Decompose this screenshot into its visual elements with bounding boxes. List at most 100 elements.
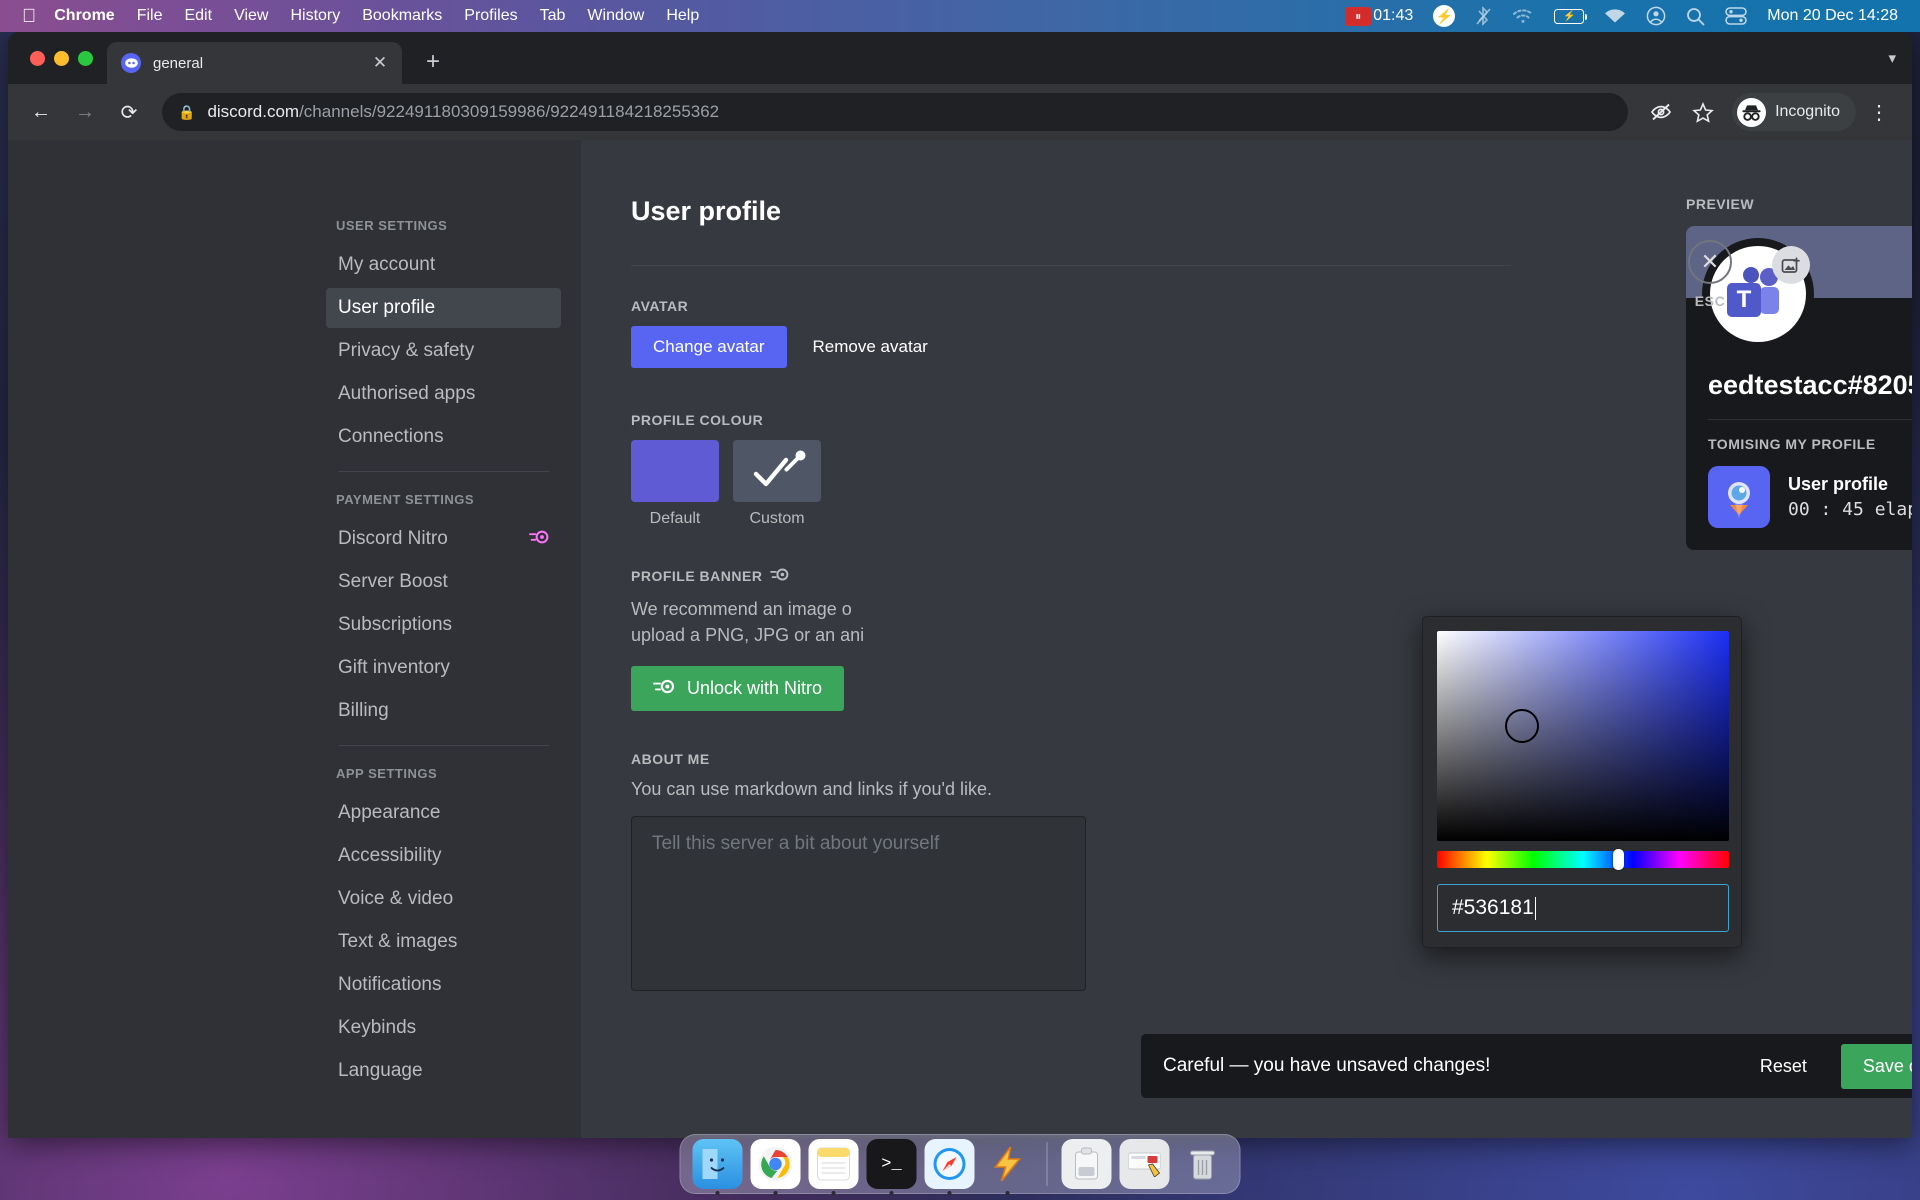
- reload-button[interactable]: ⟳: [110, 93, 148, 131]
- profile-colour-section-label: PROFILE COLOUR: [631, 412, 764, 428]
- sidebar-item-label: Text & images: [338, 931, 458, 952]
- back-button[interactable]: ←: [22, 93, 60, 131]
- screen-recording-icon[interactable]: ⏸: [1345, 6, 1372, 26]
- colour-picker-popover[interactable]: #536181: [1422, 616, 1742, 948]
- nitro-icon: [529, 529, 549, 549]
- menu-item-bookmarks[interactable]: Bookmarks: [362, 7, 442, 25]
- download-file-icon[interactable]: [1119, 1139, 1170, 1189]
- change-avatar-button[interactable]: Change avatar: [631, 326, 787, 368]
- sidebar-item-notifications[interactable]: Notifications: [326, 965, 561, 1005]
- chrome-menu-button[interactable]: ⋮: [1860, 93, 1898, 131]
- sidebar-item-subscriptions[interactable]: Subscriptions: [326, 605, 561, 645]
- close-window-button[interactable]: [30, 50, 45, 66]
- menu-item-history[interactable]: History: [290, 7, 340, 25]
- sidebar-item-label: Authorised apps: [338, 383, 476, 404]
- close-icon[interactable]: ✕: [1688, 240, 1732, 284]
- incognito-profile-button[interactable]: Incognito: [1732, 93, 1856, 131]
- sidebar-item-my-account[interactable]: My account: [326, 245, 561, 285]
- unsaved-changes-bar: Careful — you have unsaved changes! Rese…: [1141, 1034, 1912, 1098]
- hue-slider-handle[interactable]: [1613, 849, 1625, 870]
- remove-avatar-button[interactable]: Remove avatar: [807, 326, 934, 368]
- hide-tracking-icon[interactable]: [1642, 93, 1680, 131]
- bluetooth-off-icon[interactable]: [1475, 6, 1492, 26]
- discord-icon: [121, 53, 141, 73]
- macos-menu-bar:  Chrome File Edit View History Bookmark…: [0, 0, 1920, 32]
- minimize-window-button[interactable]: [54, 50, 69, 66]
- menu-item-profiles[interactable]: Profiles: [464, 7, 517, 25]
- hue-slider[interactable]: [1437, 849, 1729, 870]
- terminal-icon[interactable]: >_: [866, 1139, 917, 1189]
- sidebar-item-appearance[interactable]: Appearance: [326, 793, 561, 833]
- saturation-value-area[interactable]: [1437, 631, 1729, 841]
- new-tab-button[interactable]: +: [414, 43, 452, 81]
- browser-tab[interactable]: general ✕: [107, 42, 402, 84]
- menu-item-edit[interactable]: Edit: [184, 7, 212, 25]
- menu-item-chrome[interactable]: Chrome: [54, 7, 114, 25]
- sidebar-item-server-boost[interactable]: Server Boost: [326, 562, 561, 602]
- incognito-label: Incognito: [1775, 103, 1840, 120]
- user-account-icon[interactable]: [1646, 6, 1666, 26]
- disk-image-icon[interactable]: [1061, 1139, 1112, 1189]
- chrome-icon[interactable]: [750, 1139, 801, 1189]
- menu-item-help[interactable]: Help: [666, 7, 699, 25]
- menu-item-window[interactable]: Window: [587, 7, 644, 25]
- menu-item-view[interactable]: View: [234, 7, 268, 25]
- preview-body: T eedtestacc#8205 TOMISING MY PROFILE Us…: [1686, 238, 1912, 550]
- tab-search-chevron-icon[interactable]: ▾: [1888, 49, 1896, 67]
- default-colour-swatch[interactable]: [631, 440, 719, 502]
- forward-button[interactable]: →: [66, 93, 104, 131]
- incognito-avatar-icon: [1737, 97, 1767, 127]
- close-tab-button[interactable]: ✕: [368, 51, 392, 75]
- hex-colour-input[interactable]: #536181: [1437, 884, 1729, 932]
- sidebar-item-authorised-apps[interactable]: Authorised apps: [326, 374, 561, 414]
- sidebar-item-accessibility[interactable]: Accessibility: [326, 836, 561, 876]
- maximize-window-button[interactable]: [78, 50, 93, 66]
- reset-button[interactable]: Reset: [1744, 1046, 1823, 1087]
- menubar-clock[interactable]: Mon 20 Dec 14:28: [1767, 7, 1898, 25]
- sidebar-divider: [338, 745, 549, 746]
- sidebar-item-language[interactable]: Language: [326, 1051, 561, 1091]
- finder-icon[interactable]: [692, 1139, 743, 1189]
- sidebar-item-billing[interactable]: Billing: [326, 691, 561, 731]
- sidebar-item-text-images[interactable]: Text & images: [326, 922, 561, 962]
- activity-app-icon: [1708, 466, 1770, 528]
- profile-colour-swatches: Default Custom: [631, 440, 1531, 528]
- sidebar-item-discord-nitro[interactable]: Discord Nitro: [326, 519, 561, 559]
- sidebar-item-gift-inventory[interactable]: Gift inventory: [326, 648, 561, 688]
- add-image-icon[interactable]: [1772, 246, 1810, 284]
- notes-icon[interactable]: [808, 1139, 859, 1189]
- unlock-with-nitro-button[interactable]: Unlock with Nitro: [631, 666, 845, 712]
- apple-logo-icon[interactable]: : [22, 7, 36, 26]
- about-me-label: ABOUT ME: [631, 751, 710, 768]
- discord-user-settings-page: USER SETTINGS My account User profile Pr…: [8, 140, 1912, 1138]
- address-bar[interactable]: 🔒 discord.com/channels/92249118030915998…: [162, 93, 1629, 131]
- hex-value: #536181: [1452, 896, 1534, 919]
- menu-item-file[interactable]: File: [137, 7, 163, 25]
- menu-item-tab[interactable]: Tab: [540, 7, 566, 25]
- safari-icon[interactable]: [924, 1139, 975, 1189]
- wifi-icon[interactable]: [1512, 8, 1534, 24]
- sidebar-item-keybinds[interactable]: Keybinds: [326, 1008, 561, 1048]
- sidebar-item-voice-video[interactable]: Voice & video: [326, 879, 561, 919]
- control-center-icon[interactable]: [1725, 7, 1747, 25]
- window-traffic-lights: [22, 32, 107, 84]
- sidebar-item-connections[interactable]: Connections: [326, 417, 561, 457]
- thunder-app-icon[interactable]: [983, 1139, 1033, 1189]
- wifi-status-icon[interactable]: [1604, 8, 1626, 24]
- save-changes-button[interactable]: Save changes: [1840, 1043, 1912, 1089]
- dock-separator: [1046, 1142, 1048, 1186]
- trash-icon[interactable]: [1178, 1139, 1228, 1189]
- battery-charging-icon[interactable]: ⚡: [1554, 8, 1588, 24]
- sidebar-item-label: Appearance: [338, 802, 441, 823]
- bookmark-star-icon[interactable]: [1684, 93, 1722, 131]
- spotlight-search-icon[interactable]: [1686, 7, 1705, 26]
- close-settings-control[interactable]: ✕ ESC: [1688, 240, 1732, 309]
- flash-menu-icon[interactable]: ⚡: [1433, 5, 1456, 27]
- url-host: discord.com: [207, 102, 300, 121]
- sidebar-item-label: Discord Nitro: [338, 528, 448, 549]
- custom-colour-swatch[interactable]: [733, 440, 821, 502]
- sidebar-item-user-profile[interactable]: User profile: [326, 288, 561, 328]
- about-me-input[interactable]: Tell this server a bit about yourself: [631, 816, 1086, 992]
- avatar-actions: Change avatar Remove avatar: [631, 326, 1531, 368]
- sidebar-item-privacy-safety[interactable]: Privacy & safety: [326, 331, 561, 371]
